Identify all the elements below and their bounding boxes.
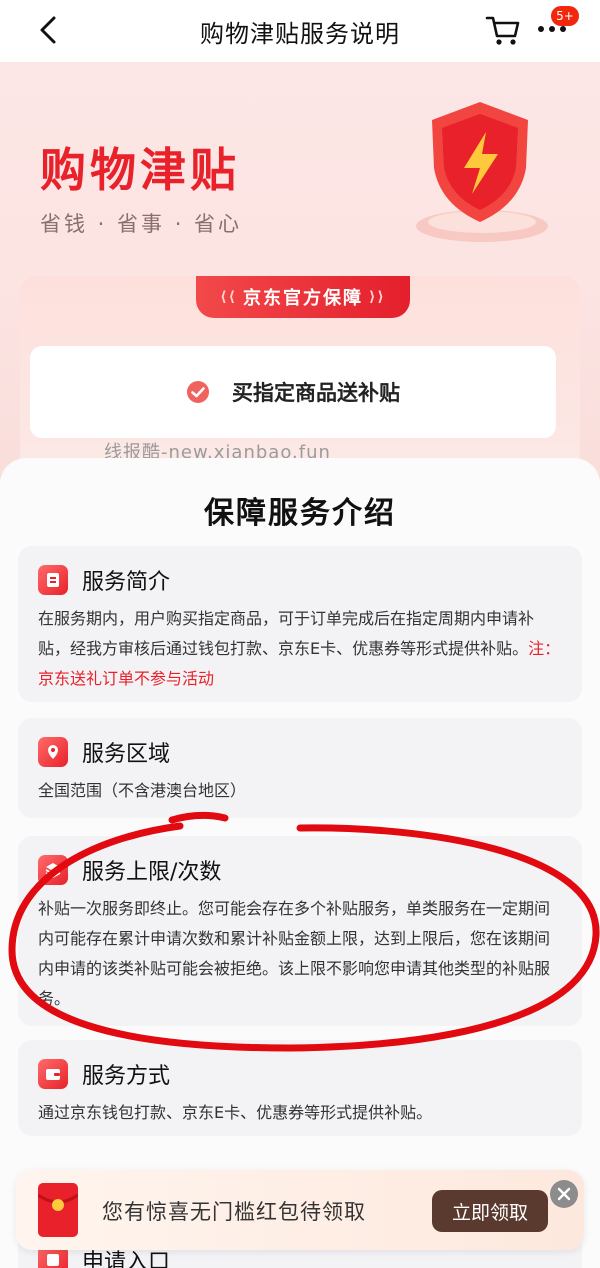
- service-method-card: 服务方式 通过京东钱包打款、京东E卡、优惠券等形式提供补贴。: [18, 1040, 582, 1136]
- ribbon-right-deco-icon: ⟩⟩: [369, 289, 386, 305]
- ribbon-left-deco-icon: ⟨⟨: [220, 289, 237, 305]
- card-body-text: 在服务期内，用户购买指定商品，可于订单完成后在指定周期内申请补贴，经我方审核后通…: [38, 609, 535, 658]
- card-body-text: 补贴一次服务即终止。您可能会存在多个补贴服务，单类服务在一定期间内可能存在累计申…: [38, 899, 551, 1008]
- official-guarantee-ribbon: ⟨⟨ 京东官方保障 ⟩⟩: [196, 276, 410, 318]
- cart-icon[interactable]: [484, 12, 522, 48]
- card-body-text: 通过京东钱包打款、京东E卡、优惠券等形式提供补贴。: [38, 1103, 433, 1122]
- location-icon: [38, 737, 68, 767]
- card-title: 服务上限/次数: [82, 860, 222, 885]
- ribbon-label: 京东官方保障: [243, 288, 363, 309]
- service-area-card: 服务区域 全国范围（不含港澳台地区）: [18, 718, 582, 818]
- card-body: 在服务期内，用户购买指定商品，可于订单完成后在指定周期内申请补贴，经我方审核后通…: [38, 604, 562, 694]
- red-packet-banner[interactable]: 您有惊喜无门槛红包待领取 立即领取: [16, 1170, 584, 1250]
- card-title: 服务方式: [82, 1064, 171, 1089]
- wallet-icon: [38, 1059, 68, 1089]
- card-body-text: 全国范围（不含港澳台地区）: [38, 781, 247, 800]
- hero-banner: 购物津贴 省钱 · 省事 · 省心 ⟨⟨ 京东官方保障 ⟩⟩ 买指定商品送补贴 …: [0, 62, 600, 482]
- guarantee-item: 买指定商品送补贴: [30, 346, 556, 438]
- check-circle-icon: [187, 381, 209, 403]
- card-title: 服务简介: [82, 570, 171, 595]
- layers-icon: [38, 855, 68, 885]
- hero-title: 购物津贴: [40, 143, 240, 197]
- service-summary-card: 服务简介 在服务期内，用户购买指定商品，可于订单完成后在指定周期内申请补贴，经我…: [18, 546, 582, 702]
- promo-text: 您有惊喜无门槛红包待领取: [102, 1200, 366, 1224]
- service-limit-card: 服务上限/次数 补贴一次服务即终止。您可能会存在多个补贴服务，单类服务在一定期间…: [18, 836, 582, 1026]
- message-count-badge: 5+: [551, 6, 579, 26]
- close-icon[interactable]: [550, 1180, 578, 1208]
- top-nav-bar: 购物津贴服务说明 5+: [0, 0, 600, 62]
- receipt-icon: [38, 565, 68, 595]
- claim-now-button[interactable]: 立即领取: [432, 1190, 548, 1232]
- red-packet-icon: [38, 1183, 78, 1237]
- section-title: 保障服务介绍: [204, 496, 396, 531]
- card-title: 服务区域: [82, 742, 171, 767]
- shield-lightning-icon: [400, 92, 560, 252]
- hero-subtitle: 省钱 · 省事 · 省心: [40, 212, 243, 236]
- guarantee-text: 买指定商品送补贴: [232, 381, 400, 405]
